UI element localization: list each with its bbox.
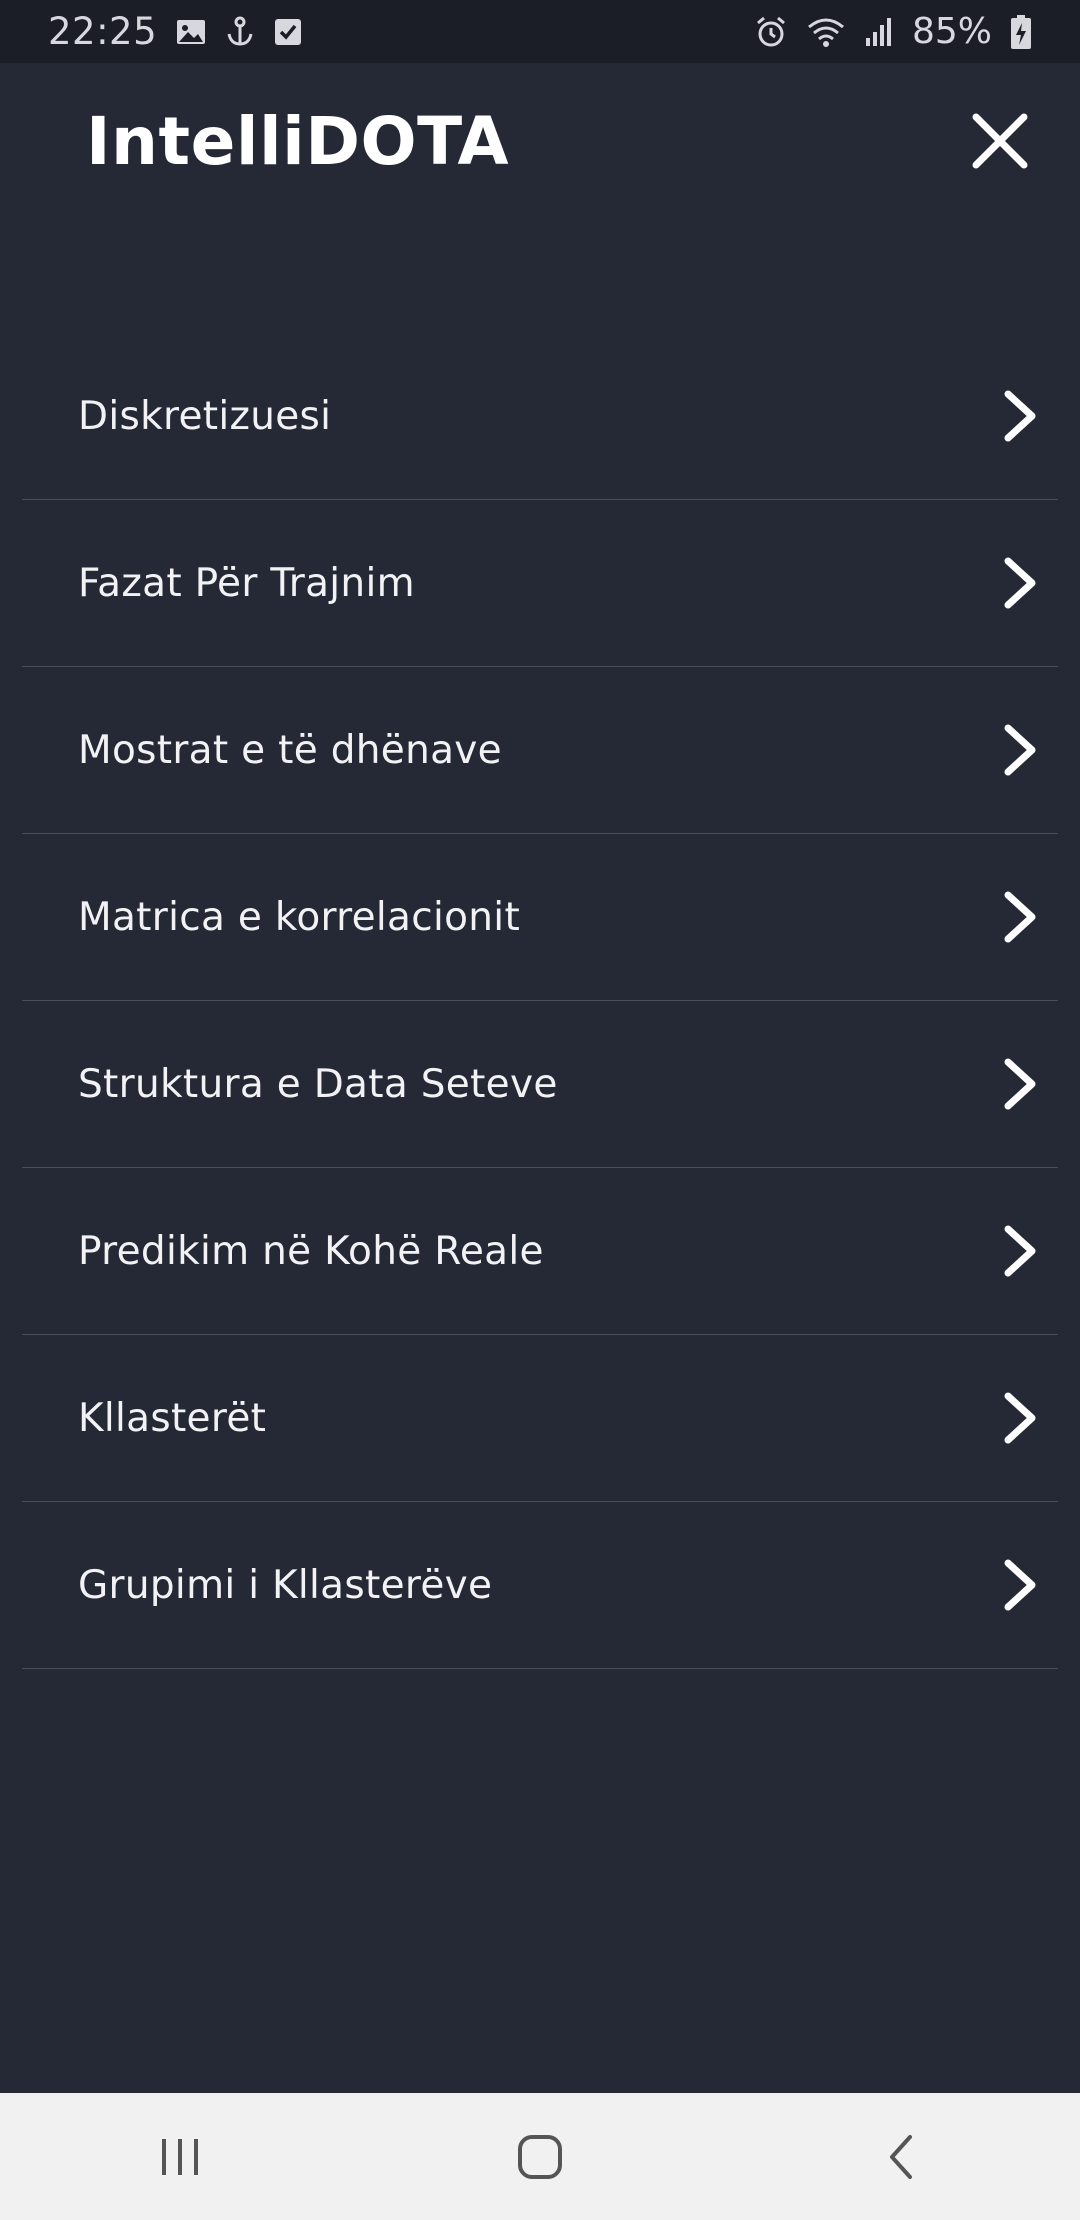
status-bar: 22:25 85%: [0, 0, 1080, 63]
recents-icon: [162, 2138, 198, 2175]
menu-item-label: Predikim në Kohë Reale: [78, 1228, 544, 1274]
image-icon: [175, 16, 207, 48]
close-button[interactable]: [958, 99, 1042, 183]
app-title: IntelliDOTA: [86, 103, 510, 180]
chevron-right-icon: [994, 384, 1046, 448]
chevron-right-icon: [994, 1052, 1046, 1116]
menu-item-label: Matrica e korrelacionit: [78, 894, 521, 940]
chevron-right-icon: [994, 551, 1046, 615]
menu-item-label: Kllasterët: [78, 1395, 267, 1441]
menu-item-grupimi-i-kllastereve[interactable]: Grupimi i Kllasterëve: [22, 1502, 1058, 1669]
close-icon: [972, 113, 1028, 169]
menu-item-matrica-e-korrelacionit[interactable]: Matrica e korrelacionit: [22, 834, 1058, 1001]
status-time: 22:25: [48, 10, 158, 53]
checkbox-icon: [273, 16, 303, 48]
menu-item-label: Grupimi i Kllasterëve: [78, 1562, 493, 1608]
menu-item-predikim-ne-kohe-reale[interactable]: Predikim në Kohë Reale: [22, 1168, 1058, 1335]
drawer-header: IntelliDOTA: [0, 63, 1080, 263]
chevron-right-icon: [994, 1386, 1046, 1450]
navigation-drawer: IntelliDOTA Diskretizuesi Fazat Për Traj…: [0, 63, 1080, 2093]
back-button[interactable]: [840, 2107, 960, 2207]
menu-item-label: Struktura e Data Seteve: [78, 1061, 558, 1107]
chevron-right-icon: [994, 885, 1046, 949]
recents-button[interactable]: [120, 2107, 240, 2207]
anchor-notification-icon: [225, 16, 255, 48]
status-left: 22:25: [48, 10, 303, 53]
drawer-menu: Diskretizuesi Fazat Për Trajnim Mostrat …: [0, 333, 1080, 1669]
wifi-icon: [806, 15, 846, 49]
menu-item-diskretizuesi[interactable]: Diskretizuesi: [22, 333, 1058, 500]
menu-item-label: Fazat Për Trajnim: [78, 560, 415, 606]
system-nav-bar: [0, 2093, 1080, 2220]
home-button[interactable]: [480, 2107, 600, 2207]
menu-item-fazat-per-trajnim[interactable]: Fazat Për Trajnim: [22, 500, 1058, 667]
signal-icon: [864, 16, 894, 48]
chevron-right-icon: [994, 1553, 1046, 1617]
battery-charging-icon: [1010, 14, 1032, 50]
status-right: 85%: [754, 11, 1032, 52]
battery-percent: 85%: [911, 11, 992, 52]
alarm-icon: [754, 15, 788, 49]
menu-item-kllasteret[interactable]: Kllasterët: [22, 1335, 1058, 1502]
menu-item-label: Mostrat e të dhënave: [78, 727, 502, 773]
menu-item-label: Diskretizuesi: [78, 393, 332, 439]
menu-item-struktura-e-data-seteve[interactable]: Struktura e Data Seteve: [22, 1001, 1058, 1168]
chevron-right-icon: [994, 718, 1046, 782]
back-icon: [890, 2134, 912, 2179]
home-icon: [518, 2134, 562, 2179]
chevron-right-icon: [994, 1219, 1046, 1283]
menu-item-mostrat-e-te-dhenave[interactable]: Mostrat e të dhënave: [22, 667, 1058, 834]
